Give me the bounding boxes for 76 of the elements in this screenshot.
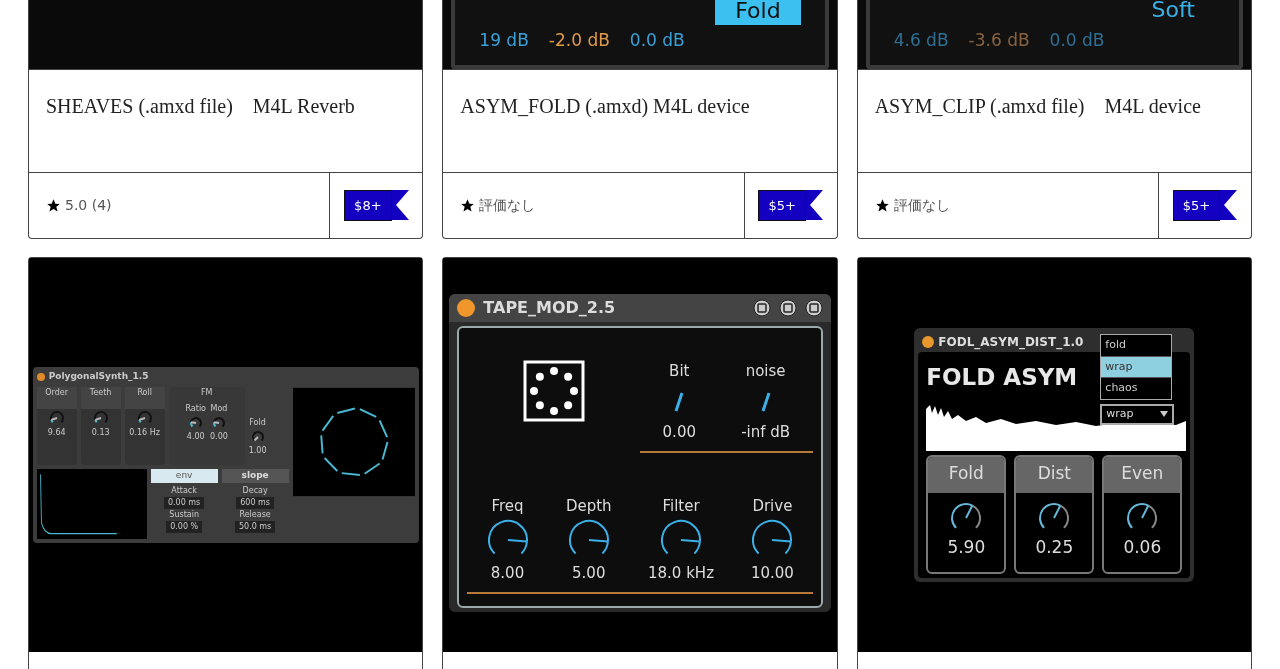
knob-value: 8.00 — [490, 562, 525, 584]
knob-value: 5.90 — [947, 535, 986, 559]
product-card[interactable]: SHEAVES (.amxd file) M4L Reverb 5.0 (4) $8+ — [28, 0, 424, 239]
product-card[interactable]: 4.6 dB -3.6 dB 0.0 dB Soft ASYM_CLIP (.amxd file) M4L device 評価なし $5+ — [856, 0, 1252, 239]
knob-value: 4.00 — [186, 431, 205, 443]
product-title[interactable]: SHEAVES (.amxd file) M4L Reverb — [46, 95, 355, 117]
param-label: Release — [239, 508, 271, 521]
knob-label: Dist — [1016, 456, 1093, 493]
param-value: 0.00 — [662, 421, 696, 443]
caret-icon — [1160, 411, 1169, 418]
window-title: FODL_ASYM_DIST_1.0 — [938, 334, 1084, 351]
rating-text: 評価なし — [479, 196, 536, 215]
menu-item[interactable]: chaos — [1101, 378, 1172, 399]
knob-label: Fold — [928, 456, 1005, 493]
product-card[interactable]: PolygonalSynth_1.5 Order 9.64 Teeth 0.13 Roll 0.16 Hz FM Ratio 4.00 Mod 0.00 Fold 1.00 env slope Attack 0.00 ms Decay 600 ms Sustain 0.00 % Release 50.0 ms — [28, 257, 424, 669]
star-icon — [46, 198, 61, 213]
product-title[interactable]: ASYM_CLIP (.amxd file) M4L device — [874, 95, 1201, 117]
knob-value: 0.25 — [1035, 535, 1074, 559]
knob-value: 18.0 kHz — [648, 562, 714, 584]
star-icon — [874, 198, 890, 213]
product-title[interactable]: ASYM_FOLD (.amxd) M4L device — [460, 95, 750, 117]
product-card[interactable]: FODL_ASYM_DIST_1.0 FOLD ASYM Fold 5.90 Dist 0.25 Even 0.06 fold wrap chaos wrap — [856, 257, 1252, 669]
product-card[interactable]: 19 dB -2.0 dB 0.0 dB Fold ASYM_FOLD (.amxd) M4L device 評価なし $5+ — [442, 0, 838, 239]
group-label: FM — [200, 387, 213, 399]
mode-tab[interactable]: slope — [221, 469, 289, 483]
knob-label: Teeth — [80, 387, 121, 409]
knob-value: 5.00 — [572, 562, 606, 584]
param-field[interactable]: 0.00 % — [166, 520, 203, 533]
db-reading: 19 dB — [479, 28, 529, 52]
rating-text: 5.0 (4) — [65, 196, 112, 215]
mode-button[interactable]: Fold — [715, 0, 801, 25]
window-title: TAPE_MOD_2.5 — [483, 297, 616, 319]
db-reading: -3.6 dB — [968, 28, 1030, 52]
rating-text: 評価なし — [893, 196, 950, 215]
mode-tab[interactable]: env — [150, 469, 218, 483]
mode-dropdown[interactable]: wrap — [1100, 404, 1175, 425]
window-title: PolygonalSynth_1.5 — [48, 370, 149, 384]
knob-label: Depth — [565, 496, 612, 517]
db-reading: 4.6 dB — [893, 28, 949, 52]
logo-icon — [522, 359, 585, 422]
knob-value: 0.00 — [210, 431, 228, 443]
param-label: noise — [745, 361, 786, 382]
knob-value: 9.64 — [47, 427, 66, 439]
param-label: Decay — [242, 484, 268, 497]
param-value: -inf dB — [741, 421, 791, 443]
param-label: Attack — [171, 484, 197, 497]
param-label: Sustain — [169, 508, 199, 521]
db-reading: 0.0 dB — [629, 28, 685, 52]
knob-value: 1.00 — [248, 445, 267, 457]
mode-button[interactable]: Soft — [1131, 0, 1215, 23]
db-reading: 0.0 dB — [1049, 28, 1105, 52]
param-field[interactable]: 50.0 ms — [234, 520, 276, 533]
slider-icon[interactable] — [674, 390, 685, 413]
knob-label: Ratio — [185, 403, 206, 415]
menu-item[interactable]: wrap — [1101, 355, 1172, 378]
menu-item[interactable]: fold — [1101, 335, 1172, 356]
knob-label: Roll — [124, 387, 165, 409]
knob-label: Freq — [491, 496, 524, 517]
product-card[interactable]: TAPE_MOD_2.5 Bit 0.00 noise -inf dB Freq 8.00 Depth 5.00 Filter 18.0 kHz Drive 10.00 — [442, 257, 838, 669]
db-reading: -2.0 dB — [548, 28, 610, 52]
device-heading: FOLD ASYM — [926, 363, 1078, 392]
star-icon — [460, 198, 476, 213]
knob-value: 0.16 Hz — [129, 427, 160, 439]
slider-icon[interactable] — [760, 390, 771, 413]
knob-value: 10.00 — [750, 562, 794, 584]
knob-label: Filter — [662, 496, 700, 517]
knob-label: Drive — [752, 496, 793, 517]
knob-label: Mod — [210, 403, 228, 415]
param-label: Bit — [669, 361, 690, 382]
knob-value: 0.06 — [1123, 535, 1162, 559]
param-field[interactable]: 0.00 ms — [163, 496, 205, 509]
knob-label: Fold — [249, 417, 266, 429]
param-field[interactable]: 600 ms — [236, 496, 274, 509]
knob-label: Order — [36, 387, 77, 409]
knob-label: Even — [1104, 456, 1181, 493]
knob-value: 0.13 — [91, 427, 110, 439]
